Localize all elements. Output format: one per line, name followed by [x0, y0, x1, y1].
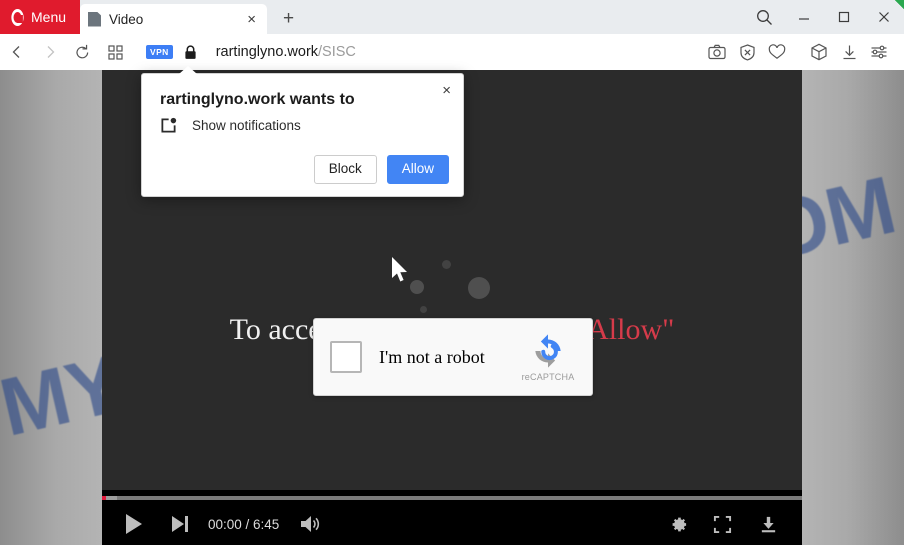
back-icon[interactable] [0, 34, 33, 70]
navigation-toolbar: VPN rartinglyno.work/SISC [0, 34, 904, 70]
url-path: /SISC [318, 44, 356, 60]
easy-setup-icon[interactable] [864, 34, 894, 70]
bubble [420, 306, 427, 313]
browser-tool-icons [702, 34, 904, 70]
page-left-gutter [0, 70, 102, 545]
search-icon[interactable] [744, 0, 784, 34]
dialog-buttons: Block Allow [313, 155, 449, 184]
progress-bar-buffer [106, 496, 117, 500]
tab-title: Video [109, 11, 144, 27]
opera-logo-icon [11, 8, 24, 26]
downloads-icon[interactable] [834, 34, 864, 70]
notification-permission-dialog: × rartinglyno.work wants to Show notific… [141, 66, 464, 197]
fullscreen-button[interactable] [700, 503, 744, 545]
allow-button[interactable]: Allow [386, 155, 449, 184]
heart-icon[interactable] [762, 34, 792, 70]
progress-bar-played [102, 496, 106, 500]
download-video-button[interactable] [744, 503, 792, 545]
opera-menu-button[interactable]: Menu [0, 0, 80, 34]
dialog-permission-label: Show notifications [192, 118, 301, 133]
vpn-badge[interactable]: VPN [146, 45, 173, 59]
video-player-controls: 00:00 / 6:45 [102, 490, 802, 545]
page-favicon-icon [88, 11, 101, 27]
notification-bell-icon [160, 117, 177, 134]
url-text[interactable]: rartinglyno.work/SISC [216, 44, 356, 60]
browser-window: Menu Video × + VPN rartinglyno.work/SISC… [0, 0, 904, 545]
dialog-close-icon[interactable]: × [438, 80, 455, 101]
bubble [442, 260, 451, 269]
time-display: 00:00 / 6:45 [208, 516, 280, 532]
url-domain: rartinglyno.work [215, 44, 319, 60]
recaptcha-widget[interactable]: I'm not a robot reCAPTCHA [313, 318, 593, 396]
new-tab-button[interactable]: + [283, 8, 294, 30]
progress-bar-track[interactable] [102, 496, 802, 500]
block-button[interactable]: Block [313, 155, 377, 184]
recaptcha-brand-label: reCAPTCHA [521, 372, 575, 382]
recaptcha-brand: reCAPTCHA [508, 332, 588, 382]
play-button[interactable] [110, 503, 158, 545]
reload-icon[interactable] [66, 34, 99, 70]
address-bar[interactable]: VPN rartinglyno.work/SISC [146, 44, 702, 60]
bubble [410, 280, 424, 294]
recaptcha-label: I'm not a robot [379, 346, 485, 367]
forward-icon[interactable] [33, 34, 66, 70]
minimize-button[interactable] [784, 0, 824, 34]
speed-dial-icon[interactable] [99, 34, 132, 70]
cube-icon[interactable] [804, 34, 834, 70]
corner-accent [895, 0, 904, 9]
tab-close-icon[interactable]: × [244, 10, 259, 29]
tab-video[interactable]: Video × [80, 4, 267, 34]
menu-label: Menu [31, 9, 67, 25]
tab-strip: Menu Video × + [0, 0, 904, 34]
next-track-button[interactable] [158, 503, 202, 545]
settings-button[interactable] [656, 503, 700, 545]
window-controls [744, 0, 904, 34]
ad-blocker-shield-icon[interactable] [732, 34, 762, 70]
volume-button[interactable] [287, 503, 335, 545]
dialog-permission-row: Show notifications [160, 117, 301, 134]
dialog-title: rartinglyno.work wants to [160, 91, 355, 108]
snapshot-camera-icon[interactable] [702, 34, 732, 70]
bubble [468, 277, 490, 299]
recaptcha-logo-icon [535, 334, 561, 368]
mouse-cursor-icon [390, 256, 410, 286]
lock-icon[interactable] [184, 44, 197, 60]
recaptcha-checkbox[interactable] [330, 341, 362, 373]
page-right-gutter [802, 70, 904, 545]
controls-row: 00:00 / 6:45 [102, 503, 802, 545]
maximize-button[interactable] [824, 0, 864, 34]
